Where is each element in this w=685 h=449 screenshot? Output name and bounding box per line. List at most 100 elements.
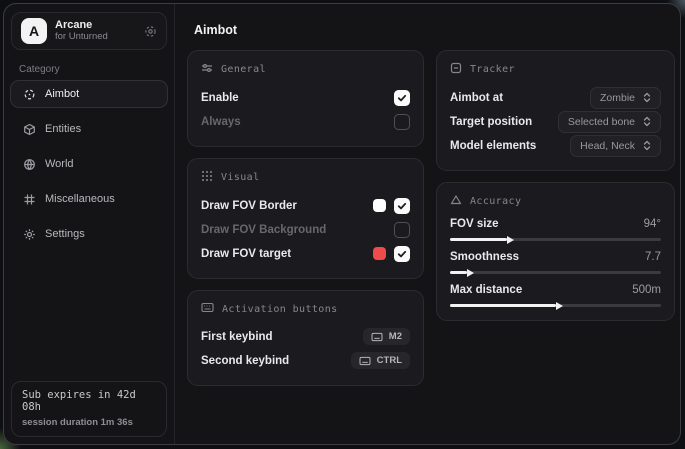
keyboard-icon (371, 332, 383, 342)
setting-label: Second keybind (201, 355, 289, 367)
setting-row-fov-target: Draw FOV target (201, 242, 410, 265)
target-position-dropdown[interactable]: Selected bone (558, 111, 661, 133)
slider-label: Smoothness (450, 251, 519, 263)
slider-thumb[interactable] (507, 236, 514, 244)
sidebar-item-label: Settings (45, 228, 85, 240)
smoothness-slider-group: Smoothness 7.7 (450, 251, 661, 274)
setting-row-aimbot-at: Aimbot at Zombie (450, 86, 661, 109)
aimbot-at-dropdown[interactable]: Zombie (590, 87, 661, 109)
keybind-value: M2 (389, 331, 402, 342)
setting-label: Model elements (450, 140, 536, 152)
category-label: Category (19, 64, 174, 75)
setting-row-fov-background: Draw FOV Background (201, 218, 410, 241)
sub-expires-text: Sub expires in 42d 08h (22, 389, 156, 413)
sidebar-item-aimbot[interactable]: Aimbot (10, 80, 168, 108)
sidebar: A Arcane for Unturned Category A (4, 4, 175, 444)
setting-label: Enable (201, 92, 239, 104)
fov-border-checkbox[interactable] (394, 198, 410, 214)
sync-icon[interactable] (144, 25, 157, 38)
check-icon (397, 249, 407, 259)
sidebar-item-label: World (45, 158, 74, 170)
visual-card: Visual Draw FOV Border Draw FOV Backgrou… (187, 158, 424, 279)
slider-label: Max distance (450, 284, 522, 296)
setting-row-second-keybind: Second keybind CTRL (201, 349, 410, 372)
dropdown-value: Zombie (600, 92, 635, 104)
app-subtitle: for Unturned (55, 32, 108, 43)
keyboard-icon (359, 356, 371, 366)
setting-label: Target position (450, 116, 532, 128)
dotted-square-icon (201, 170, 213, 185)
setting-row-fov-border: Draw FOV Border (201, 194, 410, 217)
activation-buttons-card: Activation buttons First keybind M2 Seco… (187, 290, 424, 386)
setting-row-enable: Enable (201, 86, 410, 109)
card-title: General (221, 64, 266, 75)
sidebar-item-label: Entities (45, 123, 81, 135)
slider-thumb[interactable] (556, 302, 563, 310)
slider-thumb[interactable] (467, 269, 474, 277)
keyboard-icon (201, 302, 214, 316)
session-duration-text: session duration 1m 36s (22, 417, 156, 428)
setting-row-target-position: Target position Selected bone (450, 110, 661, 133)
general-card: General Enable Always (187, 50, 424, 147)
setting-label: Draw FOV target (201, 248, 291, 260)
app-header-card: A Arcane for Unturned (11, 12, 167, 50)
sidebar-item-settings[interactable]: Settings (10, 220, 168, 248)
sidebar-item-miscellaneous[interactable]: Miscellaneous (10, 185, 168, 213)
page-title: Aimbot (194, 23, 675, 37)
sidebar-item-label: Miscellaneous (45, 193, 115, 205)
cube-icon (23, 123, 36, 136)
setting-label: Draw FOV Border (201, 200, 297, 212)
gear-icon (23, 228, 36, 241)
sidebar-item-world[interactable]: World (10, 150, 168, 178)
card-title: Tracker (470, 64, 515, 75)
slider-value: 500m (632, 284, 661, 296)
dropdown-value: Selected bone (568, 116, 635, 128)
dropdown-value: Head, Neck (580, 140, 635, 152)
check-icon (397, 93, 407, 103)
grid-icon (23, 193, 36, 206)
app-name: Arcane (55, 19, 108, 32)
second-keybind-badge[interactable]: CTRL (351, 352, 410, 369)
first-keybind-badge[interactable]: M2 (363, 328, 410, 345)
triangle-icon (450, 194, 462, 209)
slider-value: 94° (644, 218, 661, 230)
globe-icon (23, 158, 36, 171)
app-titles: Arcane for Unturned (55, 19, 108, 43)
setting-label: Aimbot at (450, 92, 503, 104)
fov-background-checkbox[interactable] (394, 222, 410, 238)
model-elements-dropdown[interactable]: Head, Neck (570, 135, 661, 157)
max-distance-slider[interactable] (450, 304, 661, 307)
smoothness-slider[interactable] (450, 271, 661, 274)
crosshair-icon (23, 88, 36, 101)
color-swatch-white[interactable] (373, 199, 386, 212)
app-window: A Arcane for Unturned Category A (3, 3, 681, 445)
card-title: Visual (221, 172, 260, 183)
sidebar-nav: Aimbot Entities World (4, 80, 174, 248)
keybind-value: CTRL (377, 355, 402, 366)
setting-row-first-keybind: First keybind M2 (201, 325, 410, 348)
color-swatch-red[interactable] (373, 247, 386, 260)
subscription-status-card: Sub expires in 42d 08h session duration … (11, 381, 167, 437)
sidebar-item-entities[interactable]: Entities (10, 115, 168, 143)
sliders-icon (201, 62, 213, 77)
slider-label: FOV size (450, 218, 499, 230)
chevron-updown-icon (643, 140, 651, 151)
sidebar-item-label: Aimbot (45, 88, 79, 100)
scan-box-icon (450, 62, 462, 77)
card-title: Activation buttons (222, 304, 338, 315)
fov-size-slider[interactable] (450, 238, 661, 241)
setting-label: First keybind (201, 331, 273, 343)
setting-row-model-elements: Model elements Head, Neck (450, 134, 661, 157)
slider-value: 7.7 (645, 251, 661, 263)
always-checkbox[interactable] (394, 114, 410, 130)
setting-label: Always (201, 116, 241, 128)
setting-label: Draw FOV Background (201, 224, 326, 236)
chevron-updown-icon (643, 116, 651, 127)
fov-target-checkbox[interactable] (394, 246, 410, 262)
enable-checkbox[interactable] (394, 90, 410, 106)
card-title: Accuracy (470, 196, 521, 207)
fov-size-slider-group: FOV size 94° (450, 218, 661, 241)
chevron-updown-icon (643, 92, 651, 103)
app-logo: A (21, 18, 47, 44)
tracker-card: Tracker Aimbot at Zombie Target position… (436, 50, 675, 171)
